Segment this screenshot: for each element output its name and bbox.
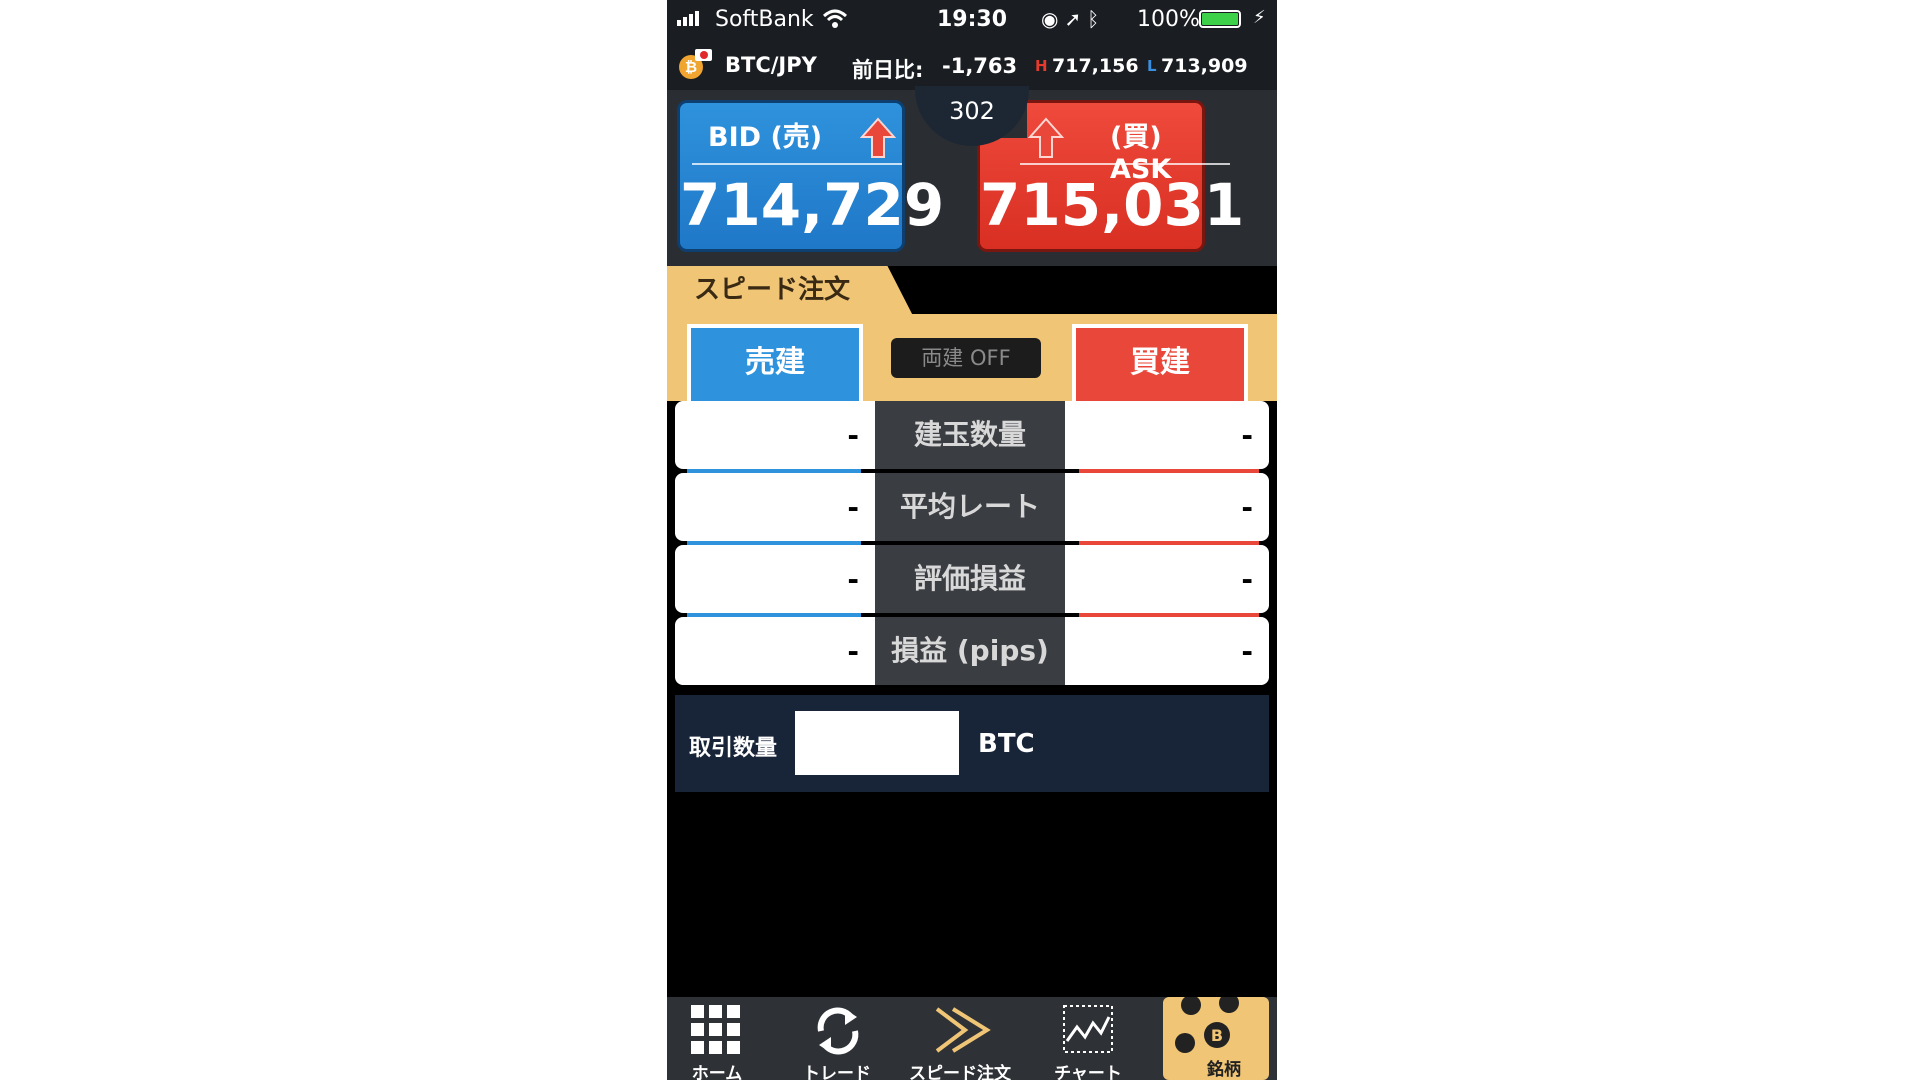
tab-symbols[interactable]: B 銘柄: [1163, 997, 1269, 1080]
buy-avg-rate: -: [1241, 491, 1253, 524]
speed-order-panel: スピード注文 売建 両建 OFF 買建: [667, 266, 1277, 401]
sell-button[interactable]: 売建: [687, 324, 863, 401]
ticker-bar[interactable]: ₿ BTC/JPY 前日比: -1,763 H 717,156 L 713,90…: [667, 40, 1277, 90]
position-row-avg-rate: - 平均レート -: [675, 473, 1269, 545]
status-bar: SoftBank 19:30 ◉➚ᛒ 100% ⚡: [667, 0, 1277, 40]
trade-quantity-input[interactable]: [795, 711, 959, 775]
quote-panel: BID (売) 714,729 (買) ASK 715,031 302: [667, 86, 1277, 266]
speed-order-title: スピード注文: [667, 266, 887, 314]
low-value: 713,909: [1161, 55, 1248, 77]
hedge-toggle[interactable]: 両建 OFF: [891, 338, 1041, 378]
row-label: 建玉数量: [875, 401, 1065, 469]
sell-pips: -: [847, 635, 859, 668]
trade-quantity-panel: 取引数量 BTC: [675, 695, 1269, 792]
bid-label: BID (売): [708, 122, 823, 153]
buy-valuation: -: [1241, 563, 1253, 596]
refresh-icon: [817, 1007, 859, 1055]
battery-percent: 100%: [1137, 7, 1200, 32]
double-chevron-icon: [935, 1007, 991, 1053]
buy-qty: -: [1241, 419, 1253, 452]
buy-pips: -: [1241, 635, 1253, 668]
sell-valuation: -: [847, 563, 859, 596]
tab-label: スピード注文: [909, 1064, 1011, 1080]
phone-screen: SoftBank 19:30 ◉➚ᛒ 100% ⚡ ₿ BTC/JPY 前日比:…: [667, 0, 1277, 1080]
tab-label: チャート: [1054, 1064, 1122, 1080]
change-label: 前日比:: [852, 58, 924, 82]
ask-price: 715,031: [980, 171, 1245, 239]
up-arrow-icon: [1028, 117, 1064, 158]
chart-icon: [1063, 1005, 1113, 1053]
trade-quantity-unit: BTC: [978, 729, 1035, 759]
bid-price: 714,729: [680, 171, 945, 239]
grid-icon: [691, 1005, 740, 1054]
charging-icon: ⚡: [1253, 7, 1266, 28]
battery-icon: [1199, 10, 1241, 28]
sell-avg-rate: -: [847, 491, 859, 524]
tab-trade[interactable]: トレード: [779, 997, 895, 1080]
trade-quantity-label: 取引数量: [689, 736, 778, 761]
high-value: 717,156: [1052, 55, 1139, 77]
position-row-valuation: - 評価損益 -: [675, 545, 1269, 617]
buy-button[interactable]: 買建: [1072, 324, 1248, 401]
tab-chart[interactable]: チャート: [1033, 997, 1143, 1080]
rotation-lock-icon: ◉: [1041, 7, 1065, 31]
row-label: 評価損益: [875, 545, 1065, 613]
tab-label: ホーム: [691, 1064, 743, 1080]
japan-flag-icon: [695, 49, 712, 61]
tab-home[interactable]: ホーム: [667, 997, 767, 1080]
coins-icon: B: [1175, 997, 1239, 1053]
up-arrow-icon: [860, 117, 896, 158]
position-row-qty: - 建玉数量 -: [675, 401, 1269, 473]
low-mark: L: [1147, 57, 1157, 75]
svg-text:B: B: [1211, 1026, 1223, 1045]
tab-label: トレード: [803, 1064, 871, 1080]
sell-qty: -: [847, 419, 859, 452]
bluetooth-icon: ᛒ: [1087, 7, 1106, 31]
currency-pair: BTC/JPY: [725, 53, 817, 77]
change-value: -1,763: [942, 54, 1018, 78]
row-label: 損益 (pips): [875, 617, 1065, 685]
tab-label: 銘柄: [1207, 1060, 1241, 1080]
location-icon: ➚: [1064, 7, 1088, 31]
bid-price-button[interactable]: BID (売) 714,729: [677, 100, 945, 252]
high-mark: H: [1035, 57, 1048, 75]
tab-speed-order[interactable]: スピード注文: [893, 997, 1027, 1080]
position-row-pips: - 損益 (pips) -: [675, 617, 1269, 685]
row-label: 平均レート: [875, 473, 1065, 541]
bottom-tab-bar: ホーム トレード スピード注文 チャート B 銘柄: [667, 997, 1277, 1080]
